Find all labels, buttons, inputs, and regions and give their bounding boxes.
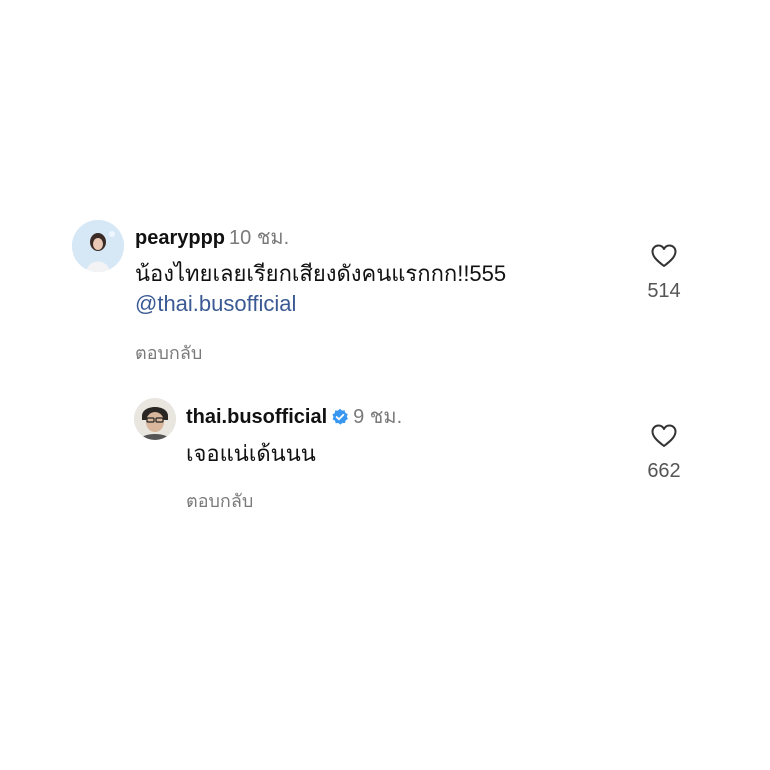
- like-control: 514: [634, 244, 694, 303]
- avatar-photo: [72, 220, 124, 272]
- like-count: 514: [647, 280, 681, 302]
- heart-outline-icon[interactable]: [651, 424, 677, 448]
- avatar[interactable]: [134, 398, 176, 440]
- like-count: 662: [647, 460, 681, 482]
- comment-meta: thai.busofficial 9 ชม.: [186, 405, 402, 429]
- verified-badge-icon: [332, 408, 349, 425]
- comment-text: น้องไทยเลยเรียกเสียงดังคนแรกกก!!555: [135, 261, 507, 286]
- username[interactable]: pearyppp: [135, 227, 225, 249]
- reply-button[interactable]: ตอบกลับ: [186, 486, 253, 515]
- like-control: 662: [634, 424, 694, 483]
- avatar[interactable]: [72, 220, 124, 272]
- mention-link[interactable]: @thai.busofficial: [135, 288, 296, 320]
- heart-outline-icon[interactable]: [651, 244, 677, 268]
- timestamp: 9 ชม.: [353, 406, 403, 428]
- username[interactable]: thai.busofficial: [186, 406, 327, 428]
- reply-button[interactable]: ตอบกลับ: [135, 338, 202, 367]
- timestamp: 10 ชม.: [229, 227, 290, 249]
- comment-text: เจอแน่เด้นนน: [186, 441, 316, 466]
- avatar-photo: [134, 398, 176, 440]
- comment-meta: pearyppp 10 ชม.: [135, 226, 289, 250]
